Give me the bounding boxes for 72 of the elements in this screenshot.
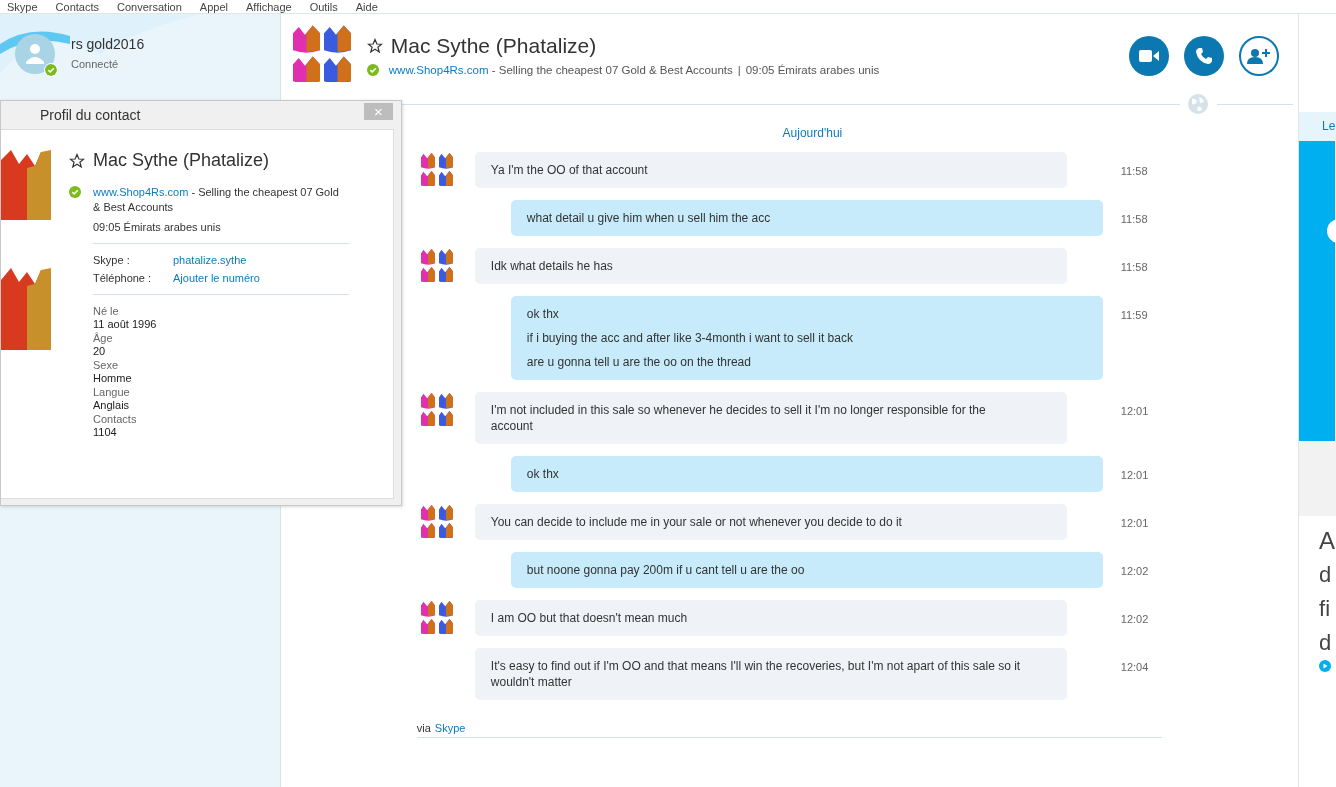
local-time: 09:05 Émirats arabes unis [93, 221, 222, 233]
user-status: Connecté [71, 58, 120, 70]
message-text: ok thx [526, 306, 560, 322]
mood-message: www.Shop4Rs.com - Selling the cheapest 07 Gold & Best Accounts [93, 185, 340, 215]
promo-text: d [1319, 561, 1333, 589]
field-value: Homme [93, 372, 133, 384]
menu-item[interactable]: Conversation [117, 1, 182, 13]
avatar-icon [15, 34, 55, 74]
field-value: 1104 [93, 426, 118, 438]
message-time: 11:58 [1120, 165, 1148, 177]
date-label: Aujourd'hui [781, 126, 844, 140]
menu-item[interactable]: Appel [199, 1, 228, 13]
mood-message: - Selling the cheapest 07 Gold & Best Accounts [490, 64, 733, 76]
field-value: 20 [93, 345, 107, 357]
field-label: Sexe [93, 359, 120, 371]
message-time: 12:02 [1120, 565, 1149, 577]
message-text: I'm not included in this sale so whenever he decides to sell it I'm no longer responsible for the account [490, 402, 987, 434]
window-title: Profil du contact [40, 107, 141, 123]
field-value: 11 août 1996 [93, 318, 158, 330]
panel-tab[interactable]: Le [1299, 112, 1336, 141]
field-link[interactable]: Ajouter le numéro [173, 272, 260, 284]
contact-name: Mac Sythe (Phatalize) [390, 34, 597, 58]
via-text: via [416, 722, 431, 734]
message-text: It's easy to find out if I'm OO and that means I'll win the recoveries, but I'm not apart of this sale so it wouldn't matter [490, 658, 1022, 690]
skype-link[interactable]: Skype [434, 722, 466, 734]
message-text: if i buying the acc and after like 3-4month i want to sell it back [526, 330, 854, 346]
website-link[interactable]: www.Shop4Rs.com [93, 186, 189, 198]
message-text: Ya I'm the OO of that account [490, 162, 649, 178]
message-text: are u gonna tell u are the oo on the thread [526, 354, 752, 370]
play-icon [1319, 660, 1332, 672]
message-text: but noone gonna pay 200m if u cant tell u are the oo [526, 562, 806, 578]
globe-icon [1186, 93, 1209, 115]
message-time: 11:58 [1120, 261, 1148, 273]
contact-name: Mac Sythe (Phatalize) [93, 150, 270, 171]
local-time: 09:05 Émirats arabes unis [745, 64, 880, 76]
field-value: Anglais [93, 399, 131, 411]
field-link[interactable]: phatalize.sythe [173, 254, 247, 266]
field-label: Âge [93, 332, 114, 344]
message-time: 12:02 [1120, 613, 1149, 625]
menu-item[interactable]: Outils [309, 1, 338, 13]
add-contact-button[interactable] [1239, 36, 1280, 76]
menu-item[interactable]: Skype [7, 1, 38, 13]
menu-item[interactable]: Affichage [245, 1, 292, 13]
field-label: Langue [93, 386, 131, 398]
phone-icon [1195, 47, 1214, 65]
message-time: 11:59 [1120, 309, 1148, 321]
promo-text: d [1319, 629, 1333, 657]
message-time: 12:01 [1120, 517, 1149, 529]
separator-text: | [737, 64, 741, 76]
video-icon [1139, 49, 1160, 63]
video-call-button[interactable] [1129, 36, 1170, 76]
message-text: I am OO but that doesn't mean much [490, 610, 689, 626]
field-label: Téléphone : [93, 272, 153, 284]
field-label: Né le [93, 305, 120, 317]
message-time: 12:01 [1120, 405, 1149, 417]
user-name: rs gold2016 [71, 36, 145, 52]
promo-text: A [1319, 526, 1336, 556]
message-time: 12:04 [1120, 661, 1149, 673]
add-person-icon [1247, 47, 1272, 65]
call-button[interactable] [1184, 36, 1225, 76]
field-label: Contacts [93, 413, 138, 425]
field-label: Skype : [93, 254, 131, 266]
message-text: ok thx [526, 466, 560, 482]
message-text: what detail u give him when u sell him the acc [526, 210, 772, 226]
message-time: 11:58 [1120, 213, 1148, 225]
promo-text: fi [1319, 595, 1332, 623]
menu-item[interactable]: Contacts [55, 1, 99, 13]
menu-item[interactable]: Aide [355, 1, 378, 13]
message-time: 12:01 [1120, 469, 1149, 481]
message-text: Idk what details he has [490, 258, 614, 274]
message-text: You can decide to include me in your sale or not whenever you decide to do it [490, 514, 903, 530]
website-link[interactable]: www.Shop4Rs.com [388, 64, 489, 76]
